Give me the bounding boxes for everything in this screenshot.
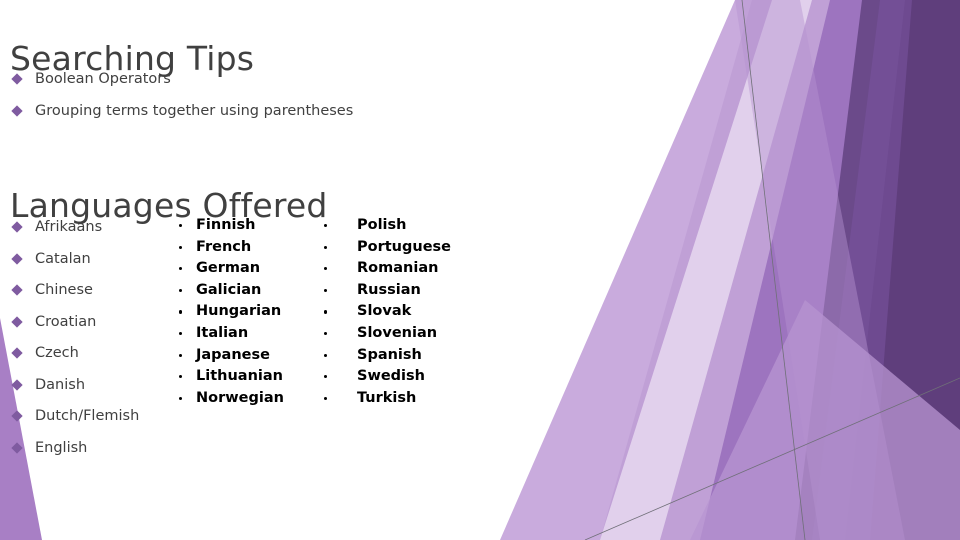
- list-item-label: Norwegian: [196, 389, 284, 406]
- list-item: Italian: [178, 323, 284, 345]
- list-item: Turkish: [323, 388, 451, 410]
- list-item: Japanese: [178, 345, 284, 367]
- round-bullet-icon: [179, 375, 183, 379]
- round-bullet-icon: [179, 353, 183, 357]
- list-item-label: Slovak: [357, 303, 412, 320]
- diamond-bullet-icon: [11, 347, 23, 359]
- list-item-label: Hungarian: [196, 303, 282, 320]
- list-item: Chinese: [10, 281, 139, 299]
- list-item: Portuguese: [323, 237, 451, 259]
- list-item: English: [10, 439, 139, 457]
- diamond-bullet-icon: [11, 252, 23, 265]
- list-item-label: Portuguese: [357, 238, 451, 255]
- searching-tips-bullet-list: Boolean Operators Grouping terms togethe…: [10, 70, 353, 134]
- round-bullet-icon: [179, 224, 183, 228]
- diamond-bullet-icon: [11, 105, 23, 117]
- list-item-label: Romanian: [357, 260, 439, 277]
- round-bullet-icon: [179, 396, 183, 400]
- list-item: Swedish: [323, 366, 451, 388]
- diamond-bullet-icon: [11, 73, 23, 85]
- list-item-label: Finnish: [196, 217, 256, 233]
- slide-content: Searching Tips Boolean Operators Groupin…: [0, 0, 960, 540]
- list-item-label: Galician: [196, 281, 262, 298]
- round-bullet-icon: [324, 353, 328, 357]
- list-item-label: Dutch/Flemish: [35, 408, 140, 424]
- list-item-label: Turkish: [357, 389, 417, 406]
- list-item: Russian: [323, 280, 451, 302]
- list-item: Croatian: [10, 313, 139, 331]
- list-item-label: Chinese: [35, 282, 93, 298]
- round-bullet-icon: [179, 288, 183, 292]
- list-item: Grouping terms together using parenthese…: [10, 102, 353, 120]
- list-item-label: English: [35, 439, 88, 456]
- round-bullet-icon: [324, 288, 328, 292]
- list-item-label: Japanese: [196, 346, 270, 363]
- round-bullet-icon: [324, 375, 328, 379]
- round-bullet-icon: [324, 396, 328, 400]
- round-bullet-icon: [324, 267, 328, 271]
- list-item: Finnish: [178, 215, 284, 237]
- list-item: Dutch/Flemish: [10, 407, 139, 425]
- round-bullet-icon: [179, 245, 183, 249]
- list-item-label: Danish: [35, 376, 86, 393]
- list-item: German: [178, 258, 284, 280]
- round-bullet-icon: [179, 331, 183, 336]
- diamond-bullet-icon: [11, 378, 23, 391]
- round-bullet-icon: [324, 224, 328, 228]
- list-item: Afrikaans: [10, 218, 139, 236]
- round-bullet-icon: [324, 245, 328, 249]
- list-item: Norwegian: [178, 388, 284, 410]
- diamond-bullet-icon: [11, 284, 23, 296]
- list-item: Slovak: [323, 301, 451, 323]
- list-item-label: Swedish: [357, 368, 425, 385]
- list-item: Spanish: [323, 345, 451, 367]
- diamond-bullet-icon: [11, 315, 23, 328]
- round-bullet-icon: [179, 267, 183, 271]
- list-item-label: Afrikaans: [35, 219, 103, 235]
- list-item-label: German: [196, 260, 261, 277]
- round-bullet-icon: [324, 331, 328, 336]
- list-item: Czech: [10, 344, 139, 362]
- list-item: Catalan: [10, 250, 139, 268]
- list-item-label: Slovenian: [357, 324, 438, 341]
- list-item-label: Russian: [357, 281, 421, 298]
- slide-canvas: Searching Tips Boolean Operators Groupin…: [0, 0, 960, 540]
- list-item: Danish: [10, 376, 139, 394]
- languages-column-3: Polish Portuguese Romanian Russian Slova…: [323, 215, 451, 409]
- round-bullet-icon: [324, 310, 328, 314]
- list-item: Slovenian: [323, 323, 451, 345]
- list-item: French: [178, 237, 284, 259]
- list-item-label: Grouping terms together using parenthese…: [35, 103, 354, 119]
- list-item-label: French: [196, 238, 252, 255]
- list-item-label: Polish: [357, 217, 407, 233]
- diamond-bullet-icon: [11, 441, 23, 454]
- list-item-label: Spanish: [357, 346, 422, 363]
- list-item-label: Croatian: [35, 313, 97, 330]
- round-bullet-icon: [179, 310, 183, 314]
- list-item-label: Catalan: [35, 250, 91, 267]
- list-item-label: Czech: [35, 345, 79, 361]
- languages-column-1: Afrikaans Catalan Chinese Croatian Czech…: [10, 218, 139, 470]
- list-item: Polish: [323, 215, 451, 237]
- list-item-label: Boolean Operators: [35, 71, 171, 87]
- list-item: Galician: [178, 280, 284, 302]
- list-item-label: Italian: [196, 324, 249, 341]
- diamond-bullet-icon: [11, 410, 23, 422]
- list-item-label: Lithuanian: [196, 368, 283, 385]
- list-item: Romanian: [323, 258, 451, 280]
- languages-column-2: Finnish French German Galician Hungarian…: [178, 215, 284, 409]
- diamond-bullet-icon: [11, 221, 23, 233]
- list-item: Lithuanian: [178, 366, 284, 388]
- list-item: Hungarian: [178, 301, 284, 323]
- list-item: Boolean Operators: [10, 70, 353, 88]
